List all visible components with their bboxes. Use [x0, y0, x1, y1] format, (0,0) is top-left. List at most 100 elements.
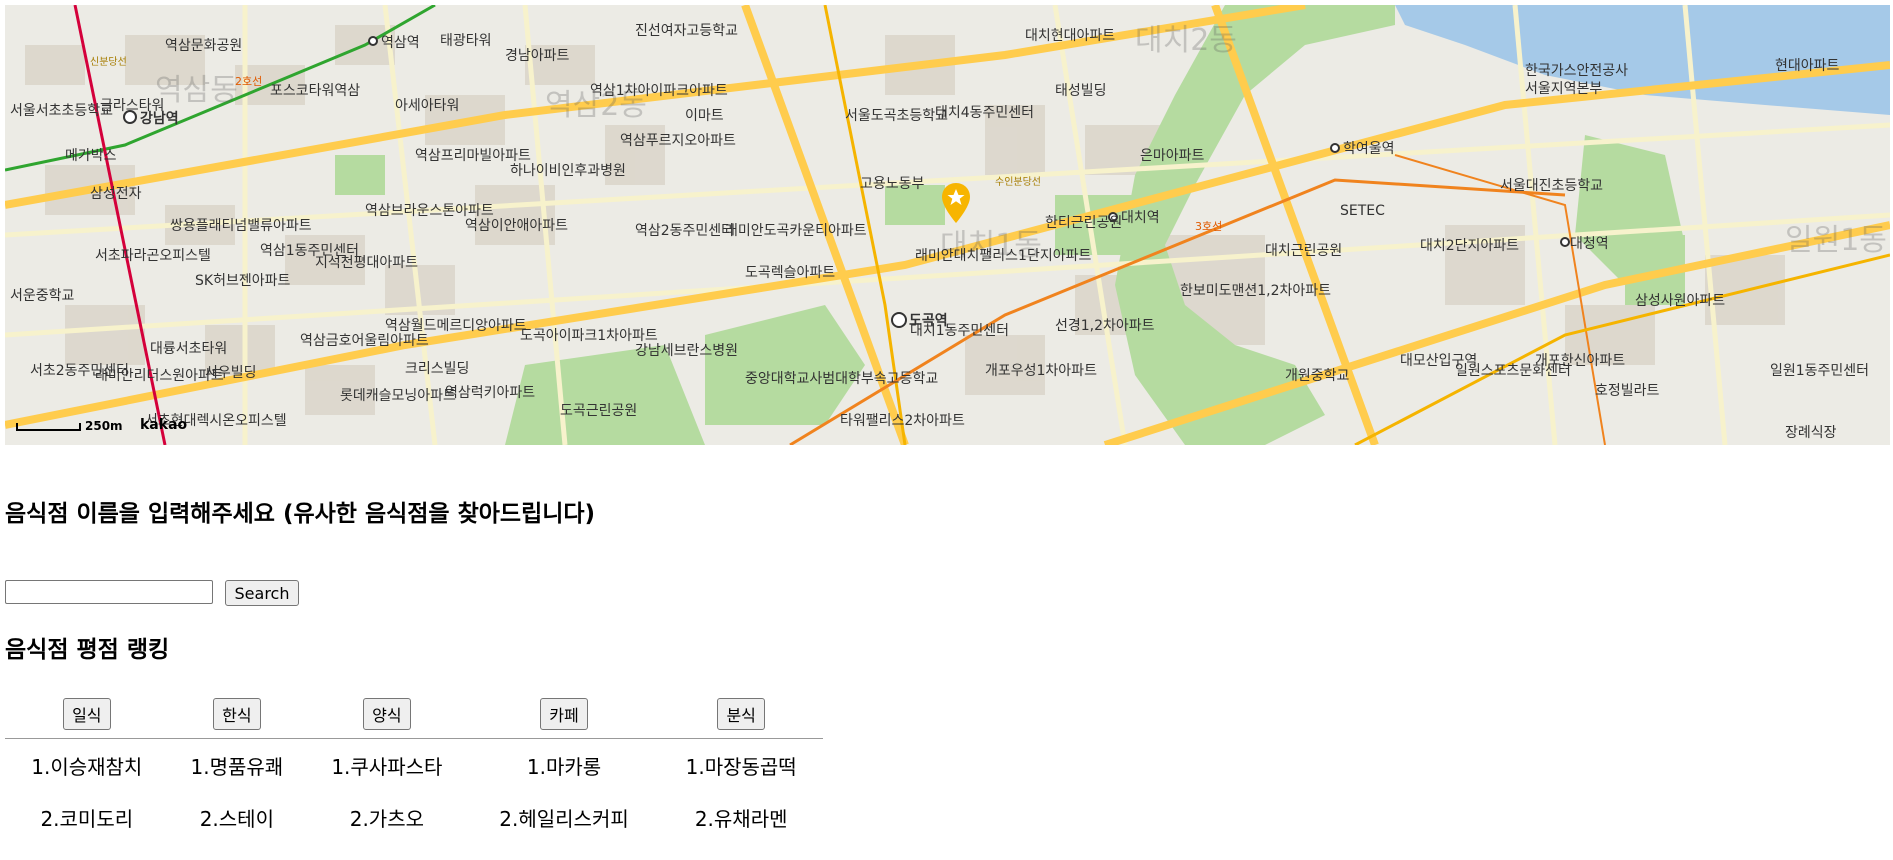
svg-text:고용노동부: 고용노동부 [860, 176, 925, 192]
svg-text:역삼브라운스톤아파트: 역삼브라운스톤아파트 [365, 203, 494, 219]
category-button-cafe[interactable]: 카페 [540, 698, 588, 730]
ranking-table: 일식 한식 양식 카페 분식 1.이승재참치 1.명품유쾌 1.쿠사파스타 1.… [5, 690, 823, 843]
svg-text:이마트: 이마트 [685, 108, 724, 124]
category-cell: 양식 [305, 690, 469, 739]
svg-text:서울서초초등학교: 서울서초초등학교 [10, 103, 113, 119]
svg-text:래미안대치팰리스1단지아파트: 래미안대치팰리스1단지아파트 [915, 248, 1091, 264]
svg-text:타워팰리스2차아파트: 타워팰리스2차아파트 [840, 413, 965, 429]
svg-text:은마아파트: 은마아파트 [1140, 148, 1205, 164]
svg-text:태성빌딩: 태성빌딩 [1055, 83, 1107, 99]
svg-text:서울대진초등학교: 서울대진초등학교 [1500, 178, 1603, 194]
svg-text:크리스빌딩: 크리스빌딩 [405, 361, 469, 377]
selected-location-marker-icon[interactable] [942, 183, 970, 223]
svg-text:대치1동주민센터: 대치1동주민센터 [910, 323, 1009, 339]
svg-text:도곡아이파크1차아파트: 도곡아이파크1차아파트 [520, 328, 658, 344]
svg-text:현대아파트: 현대아파트 [1775, 58, 1840, 74]
svg-text:일원1동주민센터: 일원1동주민센터 [1770, 363, 1869, 379]
svg-text:삼성전자: 삼성전자 [90, 186, 142, 202]
svg-text:쌍용플래티넘밸류아파트: 쌍용플래티넘밸류아파트 [170, 218, 312, 234]
svg-text:한티근린공원: 한티근린공원 [1045, 215, 1122, 231]
svg-text:역삼금호어울림아파트: 역삼금호어울림아파트 [300, 333, 429, 349]
search-heading: 음식점 이름을 입력해주세요 (유사한 음식점을 찾아드립니다) [5, 501, 596, 527]
map-view[interactable]: 역삼동 역삼2동 대치1동 대치2동 일원1동 2호선 3호선 수인분당선 신분… [5, 5, 1890, 445]
category-cell: 분식 [659, 690, 823, 739]
svg-text:역삼동: 역삼동 [155, 73, 238, 108]
svg-text:한보미도맨션1,2차아파트: 한보미도맨션1,2차아파트 [1180, 283, 1331, 299]
svg-text:한국가스안전공사: 한국가스안전공사 [1525, 63, 1628, 79]
svg-text:대치4동주민센터: 대치4동주민센터 [935, 105, 1034, 121]
svg-text:학여울역: 학여울역 [1343, 141, 1395, 157]
svg-text:하나이비인후과병원: 하나이비인후과병원 [510, 163, 626, 179]
ranking-cell: 2.유채라멘 [694, 806, 788, 831]
svg-text:수인분당선: 수인분당선 [995, 176, 1041, 188]
svg-text:글라스타워: 글라스타워 [100, 98, 164, 114]
category-button-western[interactable]: 양식 [363, 698, 411, 730]
svg-text:장례식장: 장례식장 [1785, 425, 1837, 441]
svg-text:중앙대학교사범대학부속고등학교: 중앙대학교사범대학부속고등학교 [745, 371, 938, 387]
category-button-japanese[interactable]: 일식 [63, 698, 111, 730]
svg-text:선경1,2차아파트: 선경1,2차아파트 [1055, 318, 1155, 334]
svg-text:서초파라곤오피스텔: 서초파라곤오피스텔 [95, 248, 211, 264]
search-input[interactable] [5, 580, 213, 604]
svg-text:서울지역본부: 서울지역본부 [1525, 81, 1602, 97]
svg-text:롯데캐슬모닝아파트: 롯데캐슬모닝아파트 [340, 388, 456, 404]
svg-text:아세아타워: 아세아타워 [395, 98, 459, 114]
svg-text:SK허브젠아파트: SK허브젠아파트 [195, 273, 290, 289]
svg-text:개원중학교: 개원중학교 [1285, 368, 1350, 384]
ranking-cell: 1.마장동곱떡 [685, 754, 797, 779]
svg-text:역삼1차아이파크아파트: 역삼1차아이파크아파트 [590, 83, 728, 99]
category-button-korean[interactable]: 한식 [213, 698, 261, 730]
svg-text:신분당선: 신분당선 [90, 56, 127, 68]
table-row: 2.코미도리 2.스테이 2.가츠오 2.헤일리스커피 2.유채라멘 [5, 791, 823, 843]
svg-text:개포우성1차아파트: 개포우성1차아파트 [985, 363, 1097, 379]
svg-text:일원1동: 일원1동 [1785, 223, 1887, 258]
ranking-cell: 1.명품유쾌 [190, 754, 284, 779]
svg-text:도곡근린공원: 도곡근린공원 [560, 403, 637, 419]
svg-text:대치2동: 대치2동 [1135, 23, 1237, 58]
svg-text:역삼역: 역삼역 [381, 35, 420, 51]
svg-text:강남세브란스병원: 강남세브란스병원 [635, 343, 738, 359]
svg-text:개포한신아파트: 개포한신아파트 [1535, 353, 1625, 369]
ranking-cell: 2.헤일리스커피 [499, 806, 629, 831]
ranking-cell: 2.코미도리 [40, 806, 134, 831]
search-button[interactable]: Search [225, 580, 299, 606]
svg-text:서운중학교: 서운중학교 [10, 288, 75, 304]
category-cell: 카페 [468, 690, 660, 739]
svg-text:역삼이안애아파트: 역삼이안애아파트 [465, 218, 568, 234]
map-scale-label: 250m [85, 419, 123, 433]
svg-text:역삼푸르지오아파트: 역삼푸르지오아파트 [620, 133, 736, 149]
svg-text:SETEC: SETEC [1340, 203, 1385, 219]
svg-text:대치2단지아파트: 대치2단지아파트 [1420, 238, 1519, 254]
svg-text:역삼럭키아파트: 역삼럭키아파트 [445, 385, 535, 401]
svg-text:대청역: 대청역 [1570, 236, 1609, 252]
ranking-cell: 1.마카롱 [526, 754, 602, 779]
ranking-cell: 1.쿠사파스타 [331, 754, 443, 779]
table-row: 1.이승재참치 1.명품유쾌 1.쿠사파스타 1.마카롱 1.마장동곱떡 [5, 739, 823, 792]
map-attribution[interactable]: kakao [140, 417, 187, 433]
svg-text:역삼프리마빌아파트: 역삼프리마빌아파트 [415, 148, 531, 164]
svg-text:역삼월드메르디앙아파트: 역삼월드메르디앙아파트 [385, 318, 527, 334]
svg-text:래미안도곡카운티아파트: 래미안도곡카운티아파트 [725, 223, 867, 239]
svg-text:진선여자고등학교: 진선여자고등학교 [635, 23, 738, 39]
svg-text:지석천평대아파트: 지석천평대아파트 [315, 255, 418, 271]
svg-text:호정빌라트: 호정빌라트 [1595, 383, 1660, 399]
svg-text:대치역: 대치역 [1121, 210, 1160, 226]
svg-text:포스코타워역삼: 포스코타워역삼 [270, 83, 360, 99]
svg-text:대륭서초타워: 대륭서초타워 [150, 341, 227, 357]
svg-text:경남아파트: 경남아파트 [505, 48, 570, 64]
svg-text:도곡렉슬아파트: 도곡렉슬아파트 [745, 265, 835, 281]
svg-text:역삼2동주민센터: 역삼2동주민센터 [635, 223, 734, 239]
ranking-category-row: 일식 한식 양식 카페 분식 [5, 690, 823, 739]
svg-text:태광타워: 태광타워 [440, 33, 492, 49]
svg-text:메가박스: 메가박스 [65, 148, 117, 164]
category-cell: 일식 [5, 690, 169, 739]
svg-text:3호선: 3호선 [1195, 220, 1222, 233]
category-button-snack[interactable]: 분식 [717, 698, 765, 730]
svg-text:서우빌딩: 서우빌딩 [205, 365, 257, 381]
ranking-cell: 1.이승재참치 [31, 754, 143, 779]
category-cell: 한식 [168, 690, 306, 739]
ranking-cell: 2.가츠오 [349, 806, 425, 831]
ranking-cell: 2.스테이 [199, 806, 274, 831]
svg-text:삼성사원아파트: 삼성사원아파트 [1635, 293, 1725, 309]
svg-text:대치현대아파트: 대치현대아파트 [1025, 28, 1115, 44]
